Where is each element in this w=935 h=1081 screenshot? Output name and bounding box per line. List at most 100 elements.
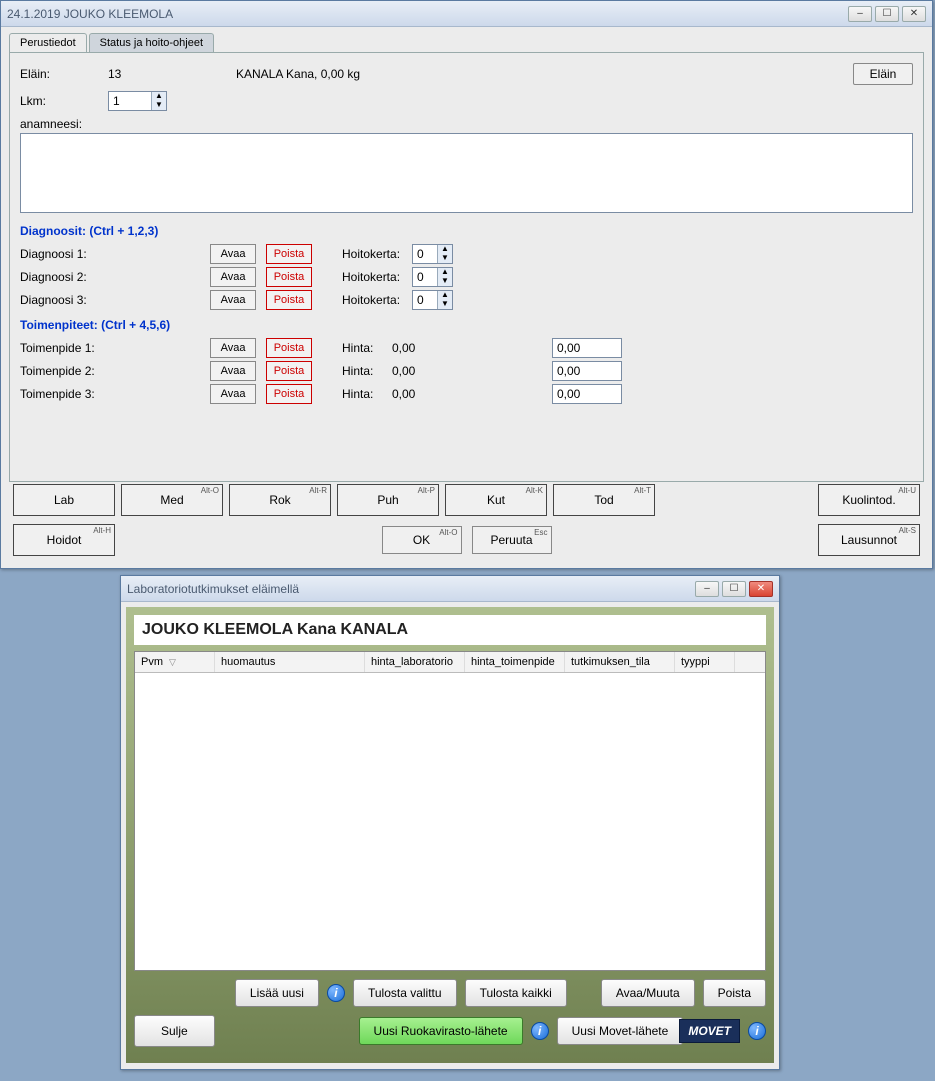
uusi-ruokavirasto-button[interactable]: Uusi Ruokavirasto-lähete: [359, 1017, 523, 1045]
sulje-button[interactable]: Sulje: [134, 1015, 215, 1047]
avaa-button[interactable]: Avaa: [210, 267, 256, 287]
elain-description: KANALA Kana, 0,00 kg: [236, 67, 360, 81]
uusi-movet-button[interactable]: Uusi Movet-lähete: [557, 1017, 684, 1045]
rok-button[interactable]: RokAlt-R: [229, 484, 331, 516]
kut-button[interactable]: KutAlt-K: [445, 484, 547, 516]
hoitokerta-label: Hoitokerta:: [342, 247, 402, 261]
elain-label: Eläin:: [20, 67, 100, 81]
lab-button[interactable]: Lab: [13, 484, 115, 516]
hoitokerta-label: Hoitokerta:: [342, 293, 402, 307]
hinta-value: 0,00: [392, 341, 452, 355]
hinta-label: Hinta:: [342, 341, 382, 355]
movet-logo: MOVET: [679, 1019, 740, 1043]
close-icon[interactable]: ✕: [749, 581, 773, 597]
hinta-label: Hinta:: [342, 387, 382, 401]
lab-poista-button[interactable]: Poista: [703, 979, 766, 1007]
poista-button[interactable]: Poista: [266, 384, 312, 404]
hinta-value: 0,00: [392, 364, 452, 378]
main-title: 24.1.2019 JOUKO KLEEMOLA: [7, 7, 173, 21]
hinta-input[interactable]: [552, 384, 622, 404]
tulosta-kaikki-button[interactable]: Tulosta kaikki: [465, 979, 567, 1007]
maximize-icon[interactable]: ☐: [722, 581, 746, 597]
avaa-button[interactable]: Avaa: [210, 338, 256, 358]
toimenpide-label: Toimenpide 3:: [20, 387, 200, 401]
column-header-huomautus[interactable]: huomautus: [215, 652, 365, 672]
puh-button[interactable]: PuhAlt-P: [337, 484, 439, 516]
tab-status-hoito[interactable]: Status ja hoito-ohjeet: [89, 33, 214, 52]
chevron-down-icon[interactable]: ▼: [152, 101, 166, 110]
lab-header: JOUKO KLEEMOLA Kana KANALA: [134, 615, 766, 645]
maximize-icon[interactable]: ☐: [875, 6, 899, 22]
diagnoosi-label: Diagnoosi 3:: [20, 293, 200, 307]
poista-button[interactable]: Poista: [266, 361, 312, 381]
lab-window: Laboratoriotutkimukset eläimellä – ☐ ✕ J…: [120, 575, 780, 1070]
shortcut-label: Alt-K: [526, 486, 543, 495]
hoidot-label: Hoidot: [47, 533, 82, 547]
shortcut-label: Alt-O: [439, 528, 457, 537]
perustiedot-panel: Eläin: 13 KANALA Kana, 0,00 kg Eläin Lkm…: [9, 52, 924, 482]
diagnoosi-label: Diagnoosi 1:: [20, 247, 200, 261]
main-titlebar: 24.1.2019 JOUKO KLEEMOLA – ☐ ✕: [1, 1, 932, 27]
hoitokerta-input[interactable]: [413, 291, 437, 309]
lausunnot-button[interactable]: Lausunnot Alt-S: [818, 524, 920, 556]
shortcut-label: Alt-U: [898, 486, 916, 495]
avaa-button[interactable]: Avaa: [210, 244, 256, 264]
poista-button[interactable]: Poista: [266, 338, 312, 358]
shortcut-label: Alt-S: [899, 526, 916, 535]
elain-button[interactable]: Eläin: [853, 63, 913, 85]
minimize-icon[interactable]: –: [695, 581, 719, 597]
hoitokerta-stepper[interactable]: ▲▼: [412, 244, 453, 264]
chevron-down-icon[interactable]: ▼: [438, 277, 452, 286]
column-header-tyyppi[interactable]: tyyppi: [675, 652, 735, 672]
avaa-button[interactable]: Avaa: [210, 290, 256, 310]
tod-button[interactable]: TodAlt-T: [553, 484, 655, 516]
hoidot-button[interactable]: Hoidot Alt-H: [13, 524, 115, 556]
close-icon[interactable]: ✕: [902, 6, 926, 22]
tulosta-valittu-button[interactable]: Tulosta valittu: [353, 979, 457, 1007]
avaa-button[interactable]: Avaa: [210, 361, 256, 381]
ok-button[interactable]: OK Alt-O: [382, 526, 462, 554]
column-header-Pvm[interactable]: Pvm▽: [135, 652, 215, 672]
med-button[interactable]: Med Alt-O: [121, 484, 223, 516]
column-header-hinta_laboratorio[interactable]: hinta_laboratorio: [365, 652, 465, 672]
elain-id: 13: [108, 67, 228, 81]
poista-button[interactable]: Poista: [266, 267, 312, 287]
hoitokerta-stepper[interactable]: ▲▼: [412, 267, 453, 287]
hoitokerta-input[interactable]: [413, 268, 437, 286]
avaa-muuta-button[interactable]: Avaa/Muuta: [601, 979, 695, 1007]
chevron-down-icon[interactable]: ▼: [438, 300, 452, 309]
shortcut-label: Alt-H: [93, 526, 111, 535]
hinta-input[interactable]: [552, 338, 622, 358]
lab-window-title: Laboratoriotutkimukset eläimellä: [127, 582, 299, 596]
minimize-icon[interactable]: –: [848, 6, 872, 22]
button-label: Med: [160, 493, 183, 507]
lkm-stepper[interactable]: ▲▼: [108, 91, 167, 111]
shortcut-label: Alt-T: [634, 486, 651, 495]
lisaa-uusi-button[interactable]: Lisää uusi: [235, 979, 319, 1007]
lkm-label: Lkm:: [20, 94, 100, 108]
animal-treatment-window: 24.1.2019 JOUKO KLEEMOLA – ☐ ✕ Perustied…: [0, 0, 933, 569]
lab-titlebar: Laboratoriotutkimukset eläimellä – ☐ ✕: [121, 576, 779, 602]
avaa-button[interactable]: Avaa: [210, 384, 256, 404]
hinta-value: 0,00: [392, 387, 452, 401]
info-icon[interactable]: i: [531, 1022, 549, 1040]
shortcut-label: Alt-O: [201, 486, 219, 495]
hoitokerta-stepper[interactable]: ▲▼: [412, 290, 453, 310]
anamneesi-textarea[interactable]: [20, 133, 913, 213]
poista-button[interactable]: Poista: [266, 290, 312, 310]
peruuta-button[interactable]: Peruuta Esc: [472, 526, 552, 554]
hinta-input[interactable]: [552, 361, 622, 381]
info-icon[interactable]: i: [327, 984, 345, 1002]
poista-button[interactable]: Poista: [266, 244, 312, 264]
chevron-down-icon[interactable]: ▼: [438, 254, 452, 263]
column-header-tutkimuksen_tila[interactable]: tutkimuksen_tila: [565, 652, 675, 672]
lab-table: Pvm▽huomautushinta_laboratoriohinta_toim…: [134, 651, 766, 971]
info-icon[interactable]: i: [748, 1022, 766, 1040]
diagnoosit-header: Diagnoosit: (Ctrl + 1,2,3): [20, 224, 913, 238]
kuolintod-button[interactable]: Kuolintod. Alt-U: [818, 484, 920, 516]
hoitokerta-input[interactable]: [413, 245, 437, 263]
tab-perustiedot[interactable]: Perustiedot: [9, 33, 87, 53]
lkm-input[interactable]: [109, 92, 151, 110]
lab-body: JOUKO KLEEMOLA Kana KANALA Pvm▽huomautus…: [126, 607, 774, 1063]
column-header-hinta_toimenpide[interactable]: hinta_toimenpide: [465, 652, 565, 672]
